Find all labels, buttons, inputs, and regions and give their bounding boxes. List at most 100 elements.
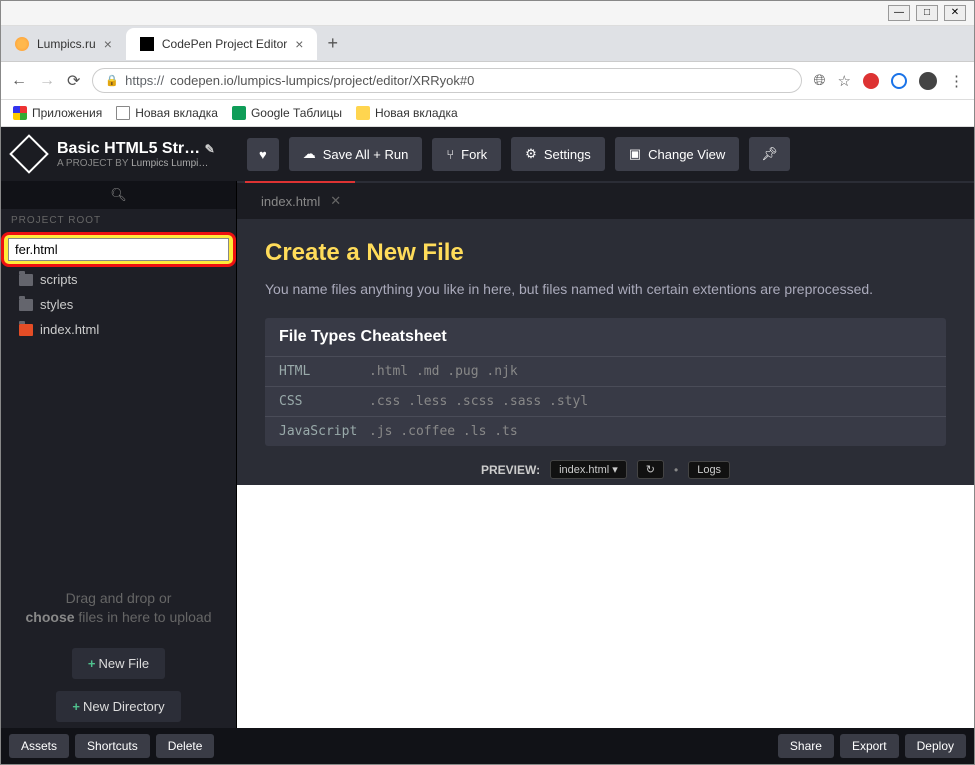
heart-icon: ♥ [259,147,267,162]
favicon-icon [15,37,29,51]
preview-dot: • [674,463,678,477]
button-label: New File [99,656,150,671]
tree-folder[interactable]: scripts [1,267,236,292]
change-view-button[interactable]: ▣Change View [615,137,739,171]
bookmark-label: Новая вкладка [135,106,218,120]
cheat-label: HTML [279,364,369,379]
editor-tab-label: index.html [261,194,320,209]
settings-button[interactable]: ⚙ Settings [511,137,605,171]
content-paragraph: You name files anything you like in here… [265,279,946,300]
lock-icon: 🔒 [105,74,119,87]
cheat-label: JavaScript [279,424,369,439]
forward-button[interactable]: → [39,72,55,90]
kebab-menu-icon[interactable]: ⋮ [949,72,964,90]
bookmark-item[interactable]: Новая вкладка [356,106,458,120]
back-button[interactable]: ← [11,72,27,90]
preview-pane [237,485,974,728]
upload-dropzone[interactable]: Drag and drop or choose files in here to… [1,575,236,642]
folder-icon [19,274,33,286]
gear-icon: ⚙ [525,146,537,162]
deploy-button[interactable]: Deploy [905,734,966,758]
window-minimize-button[interactable]: — [888,5,910,21]
page-icon [116,106,130,120]
bookmark-label: Приложения [32,106,102,120]
cheat-exts: .css .less .scss .sass .styl [369,394,588,409]
cheatsheet-row: CSS.css .less .scss .sass .styl [265,386,946,416]
browser-tab[interactable]: CodePen Project Editor × [126,28,318,60]
dropzone-text: files in here to upload [75,609,212,625]
preview-file-select[interactable]: index.html ▾ [550,460,627,479]
cheat-label: CSS [279,394,369,409]
assets-button[interactable]: Assets [9,734,69,758]
cheatsheet-row: HTML.html .md .pug .njk [265,356,946,386]
window-maximize-button[interactable]: □ [916,5,938,21]
new-file-input-row [1,232,236,267]
extension-icon[interactable] [891,73,907,89]
window-close-button[interactable]: ✕ [944,5,966,21]
cheatsheet-panel: File Types Cheatsheet HTML.html .md .pug… [265,318,946,446]
button-label: New Directory [83,699,165,714]
cheat-exts: .html .md .pug .njk [369,364,518,379]
content-heading: Create a New File [265,239,946,267]
fork-button[interactable]: ⑂ Fork [432,138,501,171]
page-icon [356,106,370,120]
preview-refresh-button[interactable]: ↻ [637,460,664,479]
url-scheme: https:// [125,73,164,88]
button-label: Save All + Run [323,147,409,162]
edit-title-icon[interactable]: ✎ [205,142,215,156]
tree-folder[interactable]: styles [1,292,236,317]
html-file-icon [19,324,33,336]
favicon-icon [140,37,154,51]
pin-icon: 📌︎ [761,146,778,162]
preview-logs-button[interactable]: Logs [688,461,730,479]
preview-label: PREVIEW: [481,463,540,477]
delete-button[interactable]: Delete [156,734,215,758]
browser-tab[interactable]: Lumpics.ru × [1,28,126,60]
project-author-link[interactable]: Lumpics Lumpi… [131,158,208,169]
search-icon: 🔍︎ [110,187,127,202]
bookmark-label: Google Таблицы [251,106,342,120]
apps-icon [13,106,27,120]
cheatsheet-title: File Types Cheatsheet [265,318,946,356]
tab-title: CodePen Project Editor [162,37,287,51]
cheatsheet-row: JavaScript.js .coffee .ls .ts [265,416,946,446]
folder-icon [19,299,33,311]
close-icon[interactable]: × [104,36,112,52]
share-button[interactable]: Share [778,734,834,758]
button-label: Change View [648,147,725,162]
close-icon[interactable]: ✕ [330,193,341,209]
extension-icon[interactable] [863,73,879,89]
tree-file[interactable]: index.html [1,317,236,342]
translate-icon[interactable]: 🌐︎ [814,72,826,89]
new-file-name-input[interactable] [8,238,229,261]
bookmark-apps[interactable]: Приложения [13,106,102,120]
like-button[interactable]: ♥ [247,138,279,171]
cloud-icon: ☁ [303,146,316,162]
button-label: Settings [544,147,591,162]
dropzone-text: Drag and drop or [66,590,172,606]
shortcuts-button[interactable]: Shortcuts [75,734,150,758]
new-directory-button[interactable]: +New Directory [56,691,180,722]
button-label: Fork [461,147,487,162]
new-file-button[interactable]: +New File [72,648,165,679]
bookmark-item[interactable]: Новая вкладка [116,106,218,120]
new-tab-button[interactable]: + [317,29,348,58]
tab-title: Lumpics.ru [37,37,96,51]
cheat-exts: .js .coffee .ls .ts [369,424,518,439]
fork-icon: ⑂ [446,147,454,162]
export-button[interactable]: Export [840,734,899,758]
dropzone-choose-link[interactable]: choose [26,609,75,625]
save-run-button[interactable]: ☁ Save All + Run [289,137,423,171]
sidebar-search[interactable]: 🔍︎ [1,181,236,209]
close-icon[interactable]: × [295,36,303,52]
pin-button[interactable]: 📌︎ [749,137,790,171]
profile-avatar[interactable] [919,72,937,90]
codepen-logo-icon [9,134,49,174]
bookmark-item[interactable]: Google Таблицы [232,106,342,120]
editor-tab[interactable]: index.html ✕ [245,183,357,219]
project-title: Basic HTML5 Str… [57,140,200,157]
reload-button[interactable]: ⟳ [67,71,80,91]
bookmark-star-icon[interactable]: ☆ [838,72,851,90]
address-bar[interactable]: 🔒 https://codepen.io/lumpics-lumpics/pro… [92,68,801,93]
project-root-label: PROJECT ROOT [1,209,236,232]
